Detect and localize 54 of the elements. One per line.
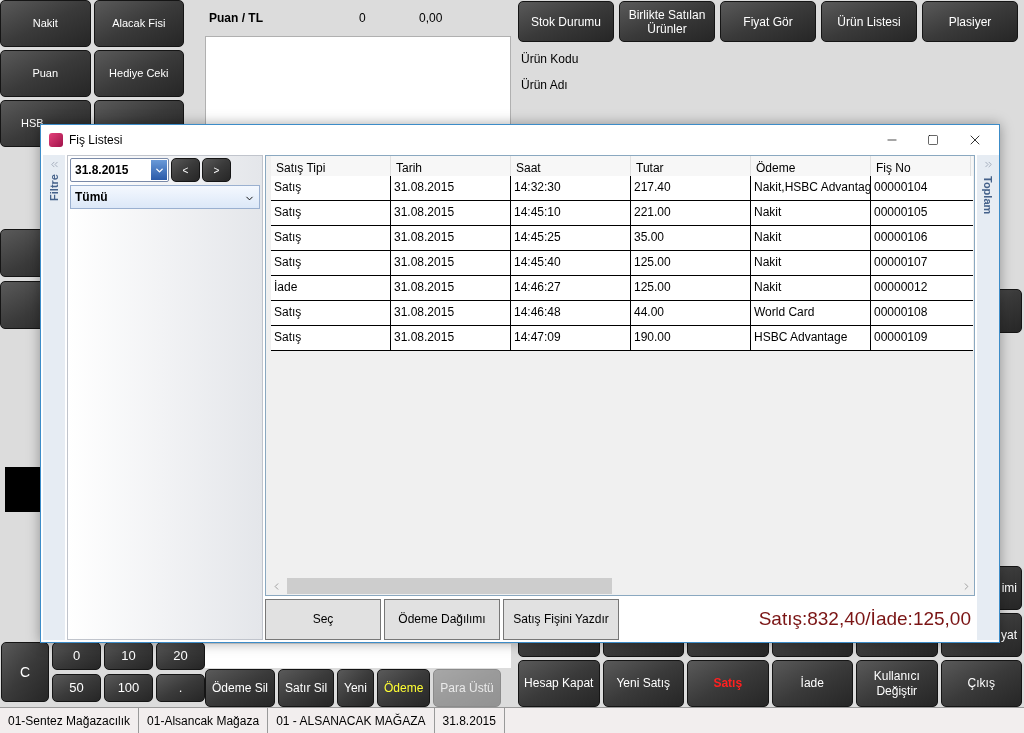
field-label: Ürün Kodu [521, 51, 580, 68]
table-cell-text: 00000107 [873, 254, 929, 271]
table-cell: 125.00 [631, 251, 751, 275]
table-cell: 31.08.2015 [391, 176, 511, 200]
table-cell: Nakit [751, 251, 871, 275]
points-count: 0 [359, 10, 367, 27]
table-cell: 44.00 [631, 301, 751, 325]
table-cell: 31.08.2015 [391, 251, 511, 275]
table-cell: Satış [271, 301, 391, 325]
points-amount: 0,00 [419, 10, 443, 27]
table-cell: 14:47:09 [511, 326, 631, 350]
status-item: 01 - ALSANACAK MAĞAZA [268, 708, 435, 733]
table-cell: 31.08.2015 [391, 301, 511, 325]
table-cell: Satış [271, 326, 391, 350]
table-cell-text: 00000105 [873, 204, 929, 221]
table-cell-text: 00000109 [873, 329, 929, 346]
table-cell: 14:45:25 [511, 226, 631, 250]
table-cell: 14:45:40 [511, 251, 631, 275]
table-cell-text: 00000108 [873, 304, 929, 321]
table-cell: 31.08.2015 [391, 201, 511, 225]
table-cell: 14:32:30 [511, 176, 631, 200]
table-cell: Satış [271, 226, 391, 250]
filter-tab-label: Filtre [46, 174, 61, 201]
table-cell: 14:46:27 [511, 276, 631, 300]
table-cell: HSBC Advantage [751, 326, 871, 350]
table-cell-text: 00000012 [873, 279, 929, 296]
status-item: 31.8.2015 [434, 708, 505, 733]
table-cell: 31.08.2015 [391, 276, 511, 300]
table-cell: 217.40 [631, 176, 751, 200]
totals-tab-label: Toplam [981, 176, 996, 215]
totals-summary: Satış:832,40/İade:125,00 [758, 606, 971, 631]
table-cell: 35.00 [631, 226, 751, 250]
table-cell: World Card [751, 301, 871, 325]
table-cell: 221.00 [631, 201, 751, 225]
table-cell: İade [271, 276, 391, 300]
table-cell: Nakit [751, 276, 871, 300]
table-cell: 31.08.2015 [391, 326, 511, 350]
table-cell: Satış [271, 251, 391, 275]
table-cell: 14:46:48 [511, 301, 631, 325]
table-cell: 190.00 [631, 326, 751, 350]
status-item: 01-Sentez Mağazacılık [0, 708, 140, 733]
field-label: Ürün Adı [521, 77, 569, 94]
table-cell: Nakit,HSBC Advantag [751, 176, 871, 200]
table-cell: Nakit [751, 201, 871, 225]
table-cell-text: 00000104 [873, 179, 929, 196]
status-item: 01-Alsancak Mağaza [139, 708, 269, 733]
table-cell: 14:45:10 [511, 201, 631, 225]
table-cell: 31.08.2015 [391, 226, 511, 250]
table-cell: Satış [271, 201, 391, 225]
table-cell: 125.00 [631, 276, 751, 300]
table-cell: Nakit [751, 226, 871, 250]
table-cell-text: 00000106 [873, 229, 929, 246]
table-cell: Satış [271, 176, 391, 200]
points-label: Puan / TL [209, 10, 264, 27]
